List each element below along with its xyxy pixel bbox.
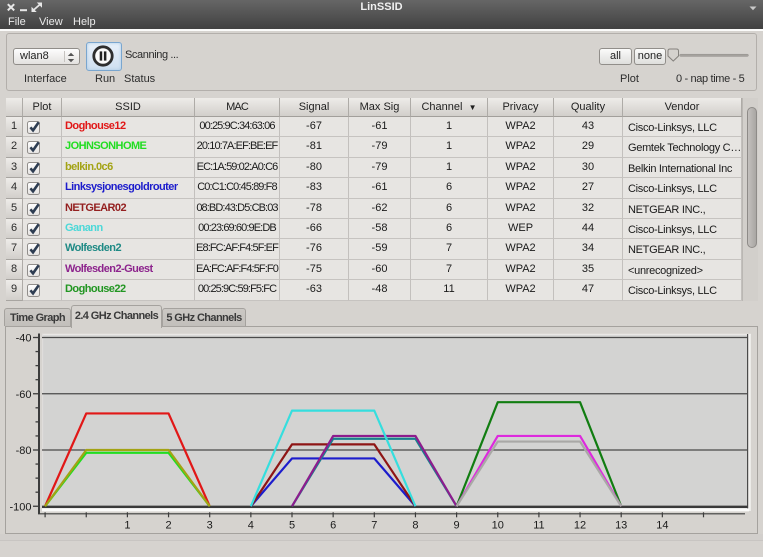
svg-text:9: 9 — [454, 520, 460, 532]
svg-text:12: 12 — [574, 520, 586, 532]
svg-text:11: 11 — [533, 520, 544, 532]
svg-text:-60: -60 — [16, 389, 32, 401]
svg-text:3: 3 — [207, 520, 213, 532]
svg-text:7: 7 — [371, 520, 377, 532]
svg-text:13: 13 — [615, 520, 627, 532]
svg-text:4: 4 — [248, 520, 254, 532]
svg-text:-100: -100 — [9, 501, 31, 513]
svg-text:-40: -40 — [16, 333, 32, 345]
svg-text:2: 2 — [165, 520, 171, 532]
svg-text:10: 10 — [492, 520, 504, 532]
svg-text:-80: -80 — [16, 445, 32, 457]
svg-text:6: 6 — [330, 520, 336, 532]
svg-text:1: 1 — [124, 520, 130, 532]
svg-text:14: 14 — [656, 520, 668, 532]
svg-text:5: 5 — [289, 520, 295, 532]
svg-text:8: 8 — [412, 520, 418, 532]
